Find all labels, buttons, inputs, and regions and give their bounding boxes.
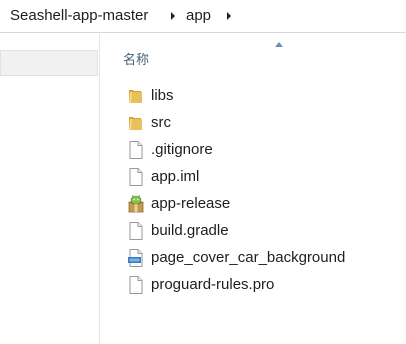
folder-icon bbox=[129, 90, 142, 103]
breadcrumb-item-app[interactable]: app bbox=[186, 7, 211, 25]
chevron-right-icon[interactable] bbox=[168, 8, 178, 24]
column-header-name[interactable]: 名称 bbox=[123, 49, 149, 68]
list-item-page-cover-car-background[interactable]: page_cover_car_background bbox=[123, 246, 393, 270]
breadcrumb-item-seashell-app-master[interactable]: Seashell-app-master bbox=[10, 7, 148, 25]
file-name: .gitignore bbox=[151, 141, 213, 158]
file-name: app-release bbox=[151, 195, 231, 212]
sort-ascending-icon bbox=[275, 42, 283, 47]
file-icon bbox=[129, 141, 143, 159]
list-item-libs[interactable]: libs bbox=[123, 84, 393, 108]
list-item-gitignore[interactable]: .gitignore bbox=[123, 138, 393, 162]
image-file-icon bbox=[128, 249, 143, 267]
android-package-icon bbox=[128, 194, 144, 213]
file-name: app.iml bbox=[151, 168, 200, 185]
file-name: build.gradle bbox=[151, 222, 229, 239]
chevron-right-icon[interactable] bbox=[224, 8, 234, 24]
nav-selected-item[interactable] bbox=[0, 50, 98, 76]
file-icon bbox=[129, 168, 143, 186]
folder-icon bbox=[129, 117, 142, 130]
navigation-pane[interactable] bbox=[0, 34, 100, 344]
list-item-build-gradle[interactable]: build.gradle bbox=[123, 219, 393, 243]
list-item-app-release[interactable]: app-release bbox=[123, 192, 393, 216]
list-item-proguard-rules-pro[interactable]: proguard-rules.pro bbox=[123, 273, 393, 297]
file-name: proguard-rules.pro bbox=[151, 276, 275, 293]
file-name: page_cover_car_background bbox=[151, 249, 346, 266]
file-name: src bbox=[151, 114, 171, 131]
file-icon bbox=[129, 222, 143, 240]
file-list[interactable]: 名称 libs src .gitignore app.iml app-relea… bbox=[101, 34, 406, 344]
file-icon bbox=[129, 276, 143, 294]
list-item-src[interactable]: src bbox=[123, 111, 393, 135]
file-name: libs bbox=[151, 87, 174, 104]
explorer-window: Seashell-app-master app 名称 libs src .git… bbox=[0, 0, 406, 344]
list-item-app-iml[interactable]: app.iml bbox=[123, 165, 393, 189]
address-bar[interactable]: Seashell-app-master app bbox=[0, 0, 406, 33]
